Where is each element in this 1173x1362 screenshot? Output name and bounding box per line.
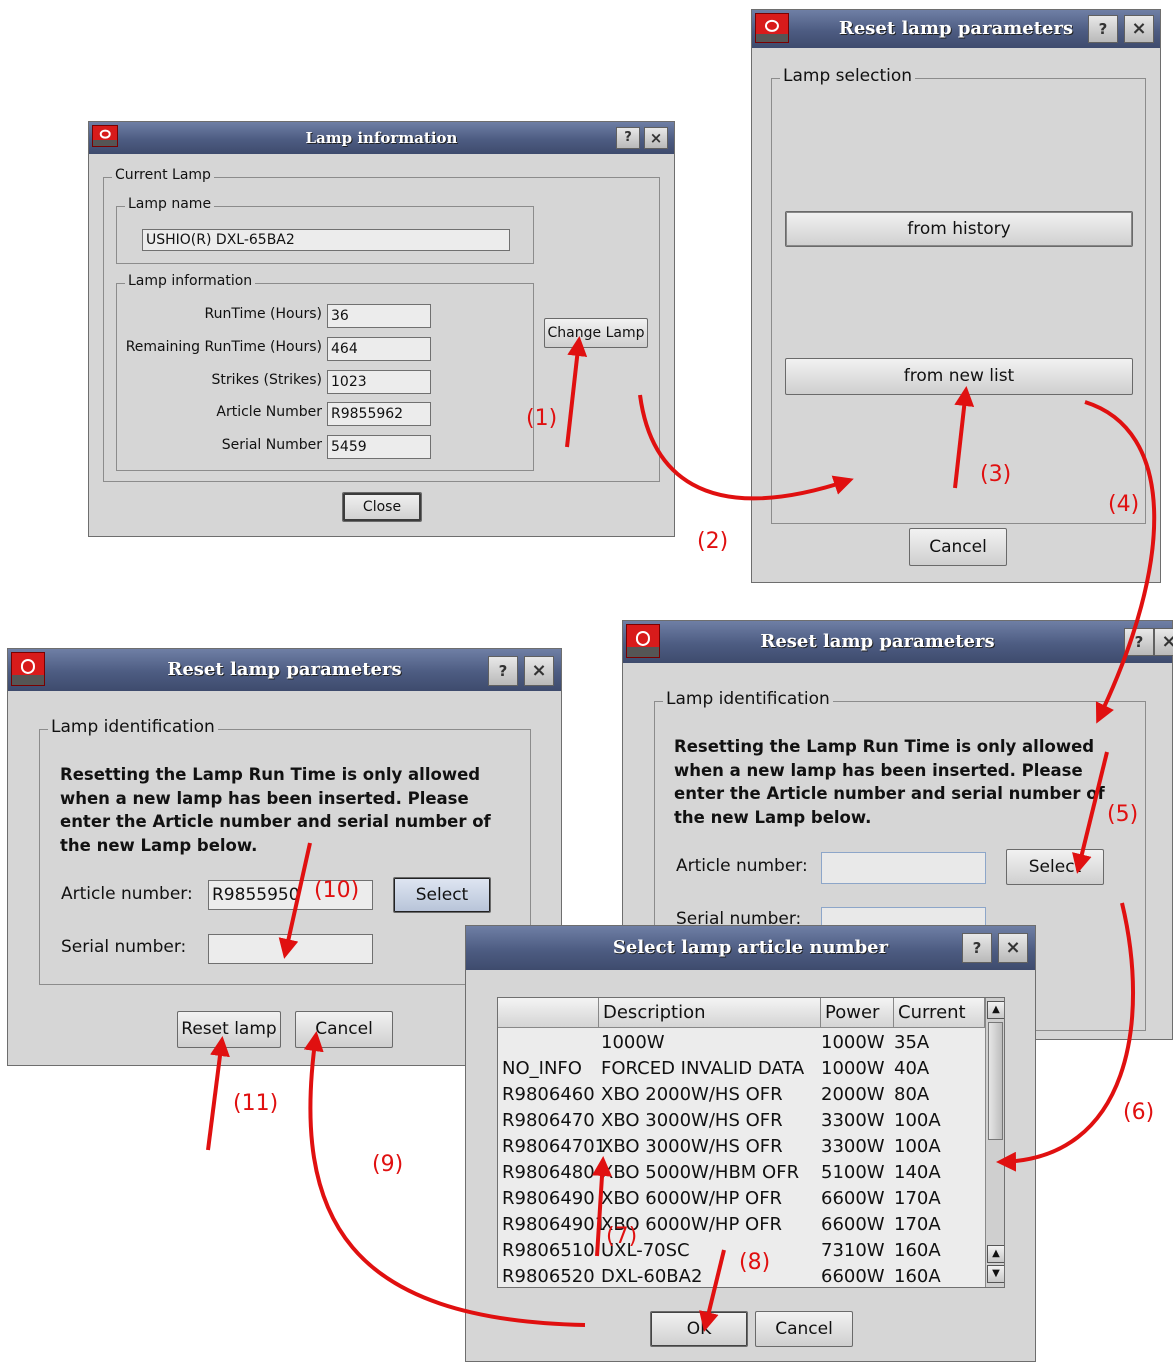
annotation-label-9: (9) [372, 1152, 404, 1177]
arrow-4 [1084, 400, 1157, 724]
annotation-label-3: (3) [980, 462, 1012, 487]
annotation-arrows [206, 336, 1157, 1332]
arrow-3 [953, 386, 975, 489]
arrow-8 [699, 1249, 726, 1332]
annotation-label-6: (6) [1123, 1100, 1155, 1125]
arrow-1 [565, 336, 588, 448]
annotation-label-7: (7) [606, 1224, 638, 1249]
arrow-7 [592, 1156, 612, 1257]
arrow-10 [278, 842, 312, 959]
annotation-label-4: (4) [1108, 492, 1140, 517]
annotation-label-5: (5) [1107, 802, 1139, 827]
arrow-9 [303, 1031, 586, 1327]
annotation-label-2: (2) [697, 529, 729, 554]
arrow-2 [638, 394, 854, 501]
annotation-label-1: (1) [526, 406, 558, 431]
arrow-6 [996, 902, 1136, 1172]
annotation-label-10: (10) [314, 878, 360, 903]
annotation-label-8: (8) [739, 1250, 771, 1275]
arrow-11 [206, 1036, 230, 1151]
annotation-label-11: (11) [233, 1091, 279, 1116]
arrow-5 [1072, 751, 1109, 874]
